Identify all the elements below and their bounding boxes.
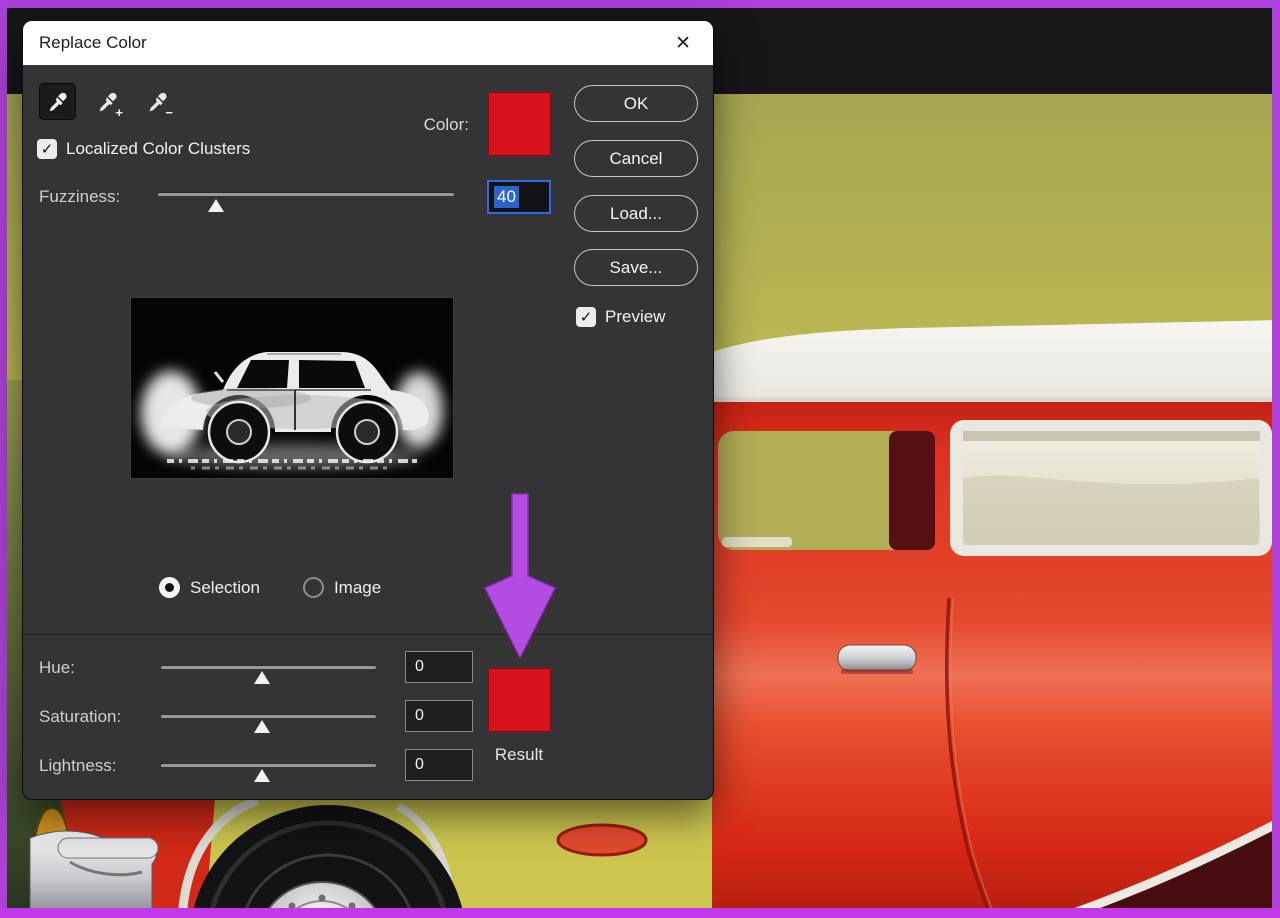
fuzziness-input[interactable]: 40 (487, 180, 551, 214)
replace-color-dialog: Replace Color ✕ + (22, 20, 714, 800)
radio-unselected-icon (303, 577, 324, 598)
fuzziness-value: 40 (494, 186, 519, 208)
saturation-input[interactable]: 0 (405, 700, 473, 732)
hue-slider-thumb[interactable] (254, 671, 270, 684)
result-swatch[interactable] (488, 668, 551, 732)
lightness-value: 0 (415, 756, 424, 774)
fuzziness-slider-thumb[interactable] (208, 199, 224, 212)
plus-glyph: + (115, 105, 123, 120)
selection-preview-thumbnail[interactable] (131, 298, 453, 478)
saturation-value: 0 (415, 707, 424, 725)
localized-color-clusters-label: Localized Color Clusters (66, 139, 250, 159)
hue-value: 0 (415, 658, 424, 676)
color-swatch[interactable] (488, 92, 551, 156)
save-button[interactable]: Save... (574, 249, 698, 286)
fuzziness-slider-track[interactable] (158, 193, 454, 196)
close-icon[interactable]: ✕ (669, 32, 697, 55)
subtract-from-sample-button[interactable]: − (139, 83, 176, 120)
hue-slider-track[interactable] (161, 666, 376, 669)
image-radio[interactable]: Image (303, 577, 381, 598)
ok-button[interactable]: OK (574, 85, 698, 122)
selection-radio-label: Selection (190, 578, 260, 598)
checkbox-check-icon: ✓ (576, 307, 596, 327)
saturation-slider-track[interactable] (161, 715, 376, 718)
image-radio-label: Image (334, 578, 381, 598)
eyedropper-button[interactable] (39, 83, 76, 120)
load-button[interactable]: Load... (574, 195, 698, 232)
dialog-title: Replace Color (39, 33, 147, 53)
lightness-input[interactable]: 0 (405, 749, 473, 781)
lightness-slider-thumb[interactable] (254, 769, 270, 782)
lightness-slider-track[interactable] (161, 764, 376, 767)
add-to-sample-button[interactable]: + (89, 83, 126, 120)
minus-glyph: − (165, 105, 173, 120)
annotation-arrow-icon (477, 492, 563, 664)
color-label: Color: (369, 115, 469, 135)
lightness-label: Lightness: (39, 756, 117, 776)
dialog-titlebar[interactable]: Replace Color ✕ (23, 21, 713, 65)
screenshot-canvas: Replace Color ✕ + (0, 0, 1280, 918)
hue-label: Hue: (39, 658, 75, 678)
section-divider (23, 634, 713, 635)
checkbox-check-icon: ✓ (37, 139, 57, 159)
cancel-button[interactable]: Cancel (574, 140, 698, 177)
hue-input[interactable]: 0 (405, 651, 473, 683)
selection-radio[interactable]: Selection (159, 577, 260, 598)
fuzziness-label: Fuzziness: (39, 187, 120, 207)
preview-label: Preview (605, 307, 665, 327)
result-label: Result (481, 745, 557, 765)
eyedropper-toolbar: + − (39, 83, 176, 120)
display-mode-group: Selection Image (159, 577, 381, 598)
preview-checkbox[interactable]: ✓ Preview (576, 307, 665, 327)
eyedropper-icon (47, 91, 69, 113)
localized-color-clusters-checkbox[interactable]: ✓ Localized Color Clusters (37, 139, 250, 159)
selection-mask-image (131, 298, 453, 478)
saturation-label: Saturation: (39, 707, 121, 727)
saturation-slider-thumb[interactable] (254, 720, 270, 733)
radio-selected-icon (159, 577, 180, 598)
